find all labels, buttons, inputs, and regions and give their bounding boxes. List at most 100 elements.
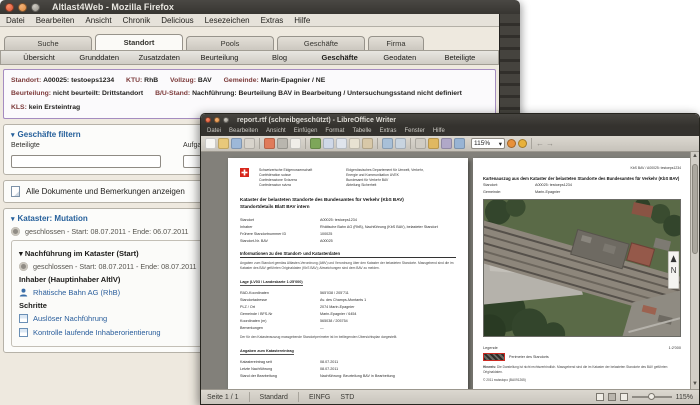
zoom-slider[interactable]	[631, 393, 672, 400]
close-button[interactable]	[205, 117, 211, 123]
page-style[interactable]: Standard	[260, 394, 288, 401]
tab-geschaefte[interactable]: Geschäfte	[277, 36, 365, 50]
undo-icon[interactable]	[382, 138, 393, 149]
documents-link[interactable]: Alle Dokumente und Bemerkungen anzeigen	[26, 187, 185, 196]
maximize-button[interactable]	[223, 117, 229, 123]
export-pdf-icon[interactable]	[264, 138, 275, 149]
find-replace-icon[interactable]	[454, 138, 465, 149]
sub-tabs: Übersicht Grunddaten Zusatzdaten Beurtei…	[0, 50, 499, 65]
zoom-combobox[interactable]: 115% ▾	[471, 138, 505, 149]
format-paintbrush-icon[interactable]	[362, 138, 373, 149]
single-page-view-icon[interactable]	[595, 393, 604, 401]
inhaber-link[interactable]: Rhätische Bahn AG (RhB)	[33, 288, 120, 297]
map-gemeinde-value: Marin-Epagnier	[535, 189, 561, 194]
menu-bearbeiten[interactable]: Bearbeiten	[36, 16, 75, 25]
zoom-slider-knob[interactable]	[647, 393, 655, 400]
infobox-line-2: Beurteilung: nicht beurteilt: Drittstand…	[11, 87, 488, 100]
menu-delicious[interactable]: Delicious	[161, 16, 193, 25]
standort-infobox: Standort: A00025: testoeps1234 KTU: RhB …	[3, 69, 496, 119]
open-icon[interactable]	[218, 138, 229, 149]
insert-mode[interactable]: EINFG	[309, 394, 330, 401]
close-button[interactable]	[5, 2, 14, 12]
back-arrow-icon[interactable]: ←	[536, 139, 544, 148]
menu-extras[interactable]: Extras	[261, 16, 284, 25]
subtab-zusatzdaten[interactable]: Zusatzdaten	[129, 53, 189, 62]
menu-chronik[interactable]: Chronik	[123, 16, 151, 25]
firefox-titlebar[interactable]: Altlast4Web - Mozilla Firefox	[0, 0, 520, 14]
print-preview-icon[interactable]	[290, 138, 301, 149]
menu-hilfe[interactable]: Hilfe	[433, 128, 445, 134]
tab-suche[interactable]: Suche	[4, 36, 92, 50]
copy-icon[interactable]	[336, 138, 347, 149]
menu-einfuegen[interactable]: Einfügen	[294, 128, 318, 134]
copyright-line: © 2011 swisstopo (BA091265)	[483, 377, 526, 382]
menu-datei[interactable]: Datei	[6, 16, 25, 25]
cut-icon[interactable]	[323, 138, 334, 149]
scroll-up-icon[interactable]: ▲	[691, 152, 699, 161]
menu-datei[interactable]: Datei	[207, 128, 221, 134]
subtab-blog[interactable]: Blog	[250, 53, 310, 62]
writer-vertical-scrollbar[interactable]: ▲ ▼	[690, 152, 699, 389]
menu-lesezeichen[interactable]: Lesezeichen	[205, 16, 250, 25]
toolbar-separator	[259, 138, 260, 149]
menu-hilfe[interactable]: Hilfe	[294, 16, 310, 25]
menu-bearbeiten[interactable]: Bearbeiten	[229, 128, 258, 134]
writer-titlebar[interactable]: report.rtf (schreibgeschützt) - LibreOff…	[201, 114, 699, 126]
main-tabs: Suche Standort Pools Geschäfte Firma	[0, 28, 499, 50]
navigator-icon[interactable]	[441, 138, 452, 149]
details-table: Standort A00025: testoeps1234 Inhaber Rhät…	[240, 218, 438, 243]
subtab-geschaefte[interactable]: Geschäfte	[310, 53, 370, 62]
zoom-out-icon[interactable]	[518, 139, 527, 148]
paste-icon[interactable]	[349, 138, 360, 149]
page-indicator[interactable]: Seite 1 / 1	[207, 394, 239, 401]
infobox-line-3: KLS: kein Ersteintrag	[11, 101, 488, 114]
maximize-button[interactable]	[31, 2, 40, 12]
new-document-icon[interactable]	[205, 138, 216, 149]
beteiligte-input[interactable]	[11, 154, 161, 168]
document-area: Schweizerische Eidgenossenschaft Confédé…	[201, 152, 699, 389]
gallery-icon[interactable]	[428, 138, 439, 149]
book-view-icon[interactable]	[619, 393, 628, 401]
minimize-button[interactable]	[18, 2, 27, 12]
minimize-button[interactable]	[214, 117, 220, 123]
menu-format[interactable]: Format	[325, 128, 344, 134]
kataster-title: Kataster: Mutation	[17, 213, 88, 223]
chevron-down-icon: ▾	[498, 140, 502, 148]
menu-tabelle[interactable]: Tabelle	[352, 128, 371, 134]
menu-ansicht[interactable]: Ansicht	[266, 128, 286, 134]
subsection-lage: Lage (LV03 / Landeskarte 1:25'000)	[240, 280, 303, 286]
scrollbar-thumb[interactable]	[692, 164, 698, 254]
redo-icon[interactable]	[395, 138, 406, 149]
forward-arrow-icon[interactable]: →	[546, 139, 554, 148]
tab-firma[interactable]: Firma	[368, 36, 424, 50]
spellcheck-icon[interactable]	[310, 138, 321, 149]
ktu-label: KTU:	[126, 77, 143, 84]
zoom-in-icon[interactable]	[507, 139, 516, 148]
save-icon[interactable]	[231, 138, 242, 149]
multi-page-view-icon[interactable]	[607, 393, 616, 401]
subtab-uebersicht[interactable]: Übersicht	[9, 53, 69, 62]
subtab-beteiligte[interactable]: Beteiligte	[430, 53, 490, 62]
tab-standort[interactable]: Standort	[95, 34, 183, 50]
hint-text: Die Darstellung ist nicht rechtsverbindl…	[483, 364, 668, 374]
table-icon[interactable]	[415, 138, 426, 149]
person-icon	[19, 288, 28, 297]
menu-ansicht[interactable]: Ansicht	[85, 16, 111, 25]
legend-item: Perimeter des Standorts	[483, 352, 681, 361]
infobox-line-1: Standort: A00025: testoeps1234 KTU: RhB …	[11, 74, 488, 87]
subtab-grunddaten[interactable]: Grunddaten	[69, 53, 129, 62]
scroll-down-icon[interactable]: ▼	[691, 380, 699, 389]
subtab-geodaten[interactable]: Geodaten	[370, 53, 430, 62]
writer-menubar: Datei Bearbeiten Ansicht Einfügen Format…	[201, 126, 699, 136]
zoom-percentage[interactable]: 115%	[676, 394, 693, 401]
selection-mode[interactable]: STD	[340, 394, 354, 401]
email-icon[interactable]	[244, 138, 255, 149]
subtab-beurteilung[interactable]: Beurteilung	[189, 53, 249, 62]
aerial-photo: N	[473, 196, 691, 346]
document-page-details: Schweizerische Eidgenossenschaft Confédé…	[228, 158, 468, 389]
tab-pools[interactable]: Pools	[186, 36, 274, 50]
swiss-flag-icon	[240, 168, 249, 177]
print-icon[interactable]	[277, 138, 288, 149]
menu-fenster[interactable]: Fenster	[404, 128, 424, 134]
menu-extras[interactable]: Extras	[379, 128, 396, 134]
